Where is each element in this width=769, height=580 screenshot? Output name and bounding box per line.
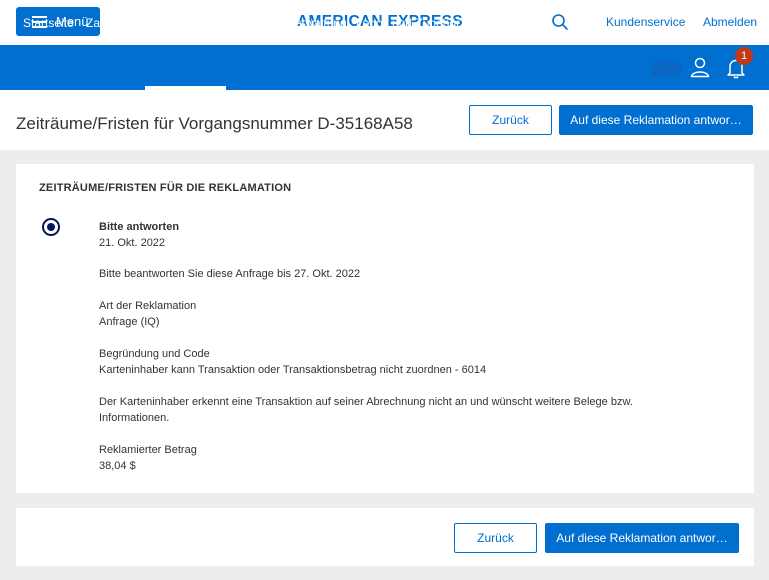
deadline-text: Bitte beantworten Sie diese Anfrage bis …	[99, 268, 361, 280]
footer-respond-button[interactable]: Auf diese Reklamation antwor…	[545, 523, 739, 553]
amount-label: Reklamierter Betrag	[99, 444, 197, 456]
nav-item-zahlungen[interactable]: Zahlungen	[86, 16, 143, 30]
notification-badge: 1	[735, 47, 753, 65]
reason-label: Begründung und Code	[99, 348, 210, 360]
status-date: 21. Okt. 2022	[99, 237, 166, 249]
footer-back-button[interactable]: Zurück	[454, 523, 537, 553]
status-radio-dot	[47, 223, 55, 231]
nav-item-vertragsverwaltung[interactable]: Vertragsverwaltung	[244, 16, 347, 30]
page-title: Zeiträume/Fristen für Vorgangsnummer D-3…	[16, 114, 413, 133]
back-button[interactable]: Zurück	[469, 105, 552, 135]
amount-value: 38,04 $	[99, 460, 136, 472]
nav-item-reklamationen[interactable]: Reklamationen	[154, 16, 234, 30]
logout-link[interactable]: Abmelden	[703, 15, 757, 29]
account-selector[interactable]	[652, 62, 681, 76]
search-icon[interactable]	[551, 13, 569, 31]
description-line-2: Informationen.	[99, 412, 170, 424]
reason-value: Karteninhaber kann Transaktion oder Tran…	[99, 364, 487, 376]
user-icon[interactable]	[689, 56, 711, 78]
section-title: ZEITRÄUME/FRISTEN FÜR DIE REKLAMATION	[39, 182, 292, 194]
nav-item-startseite[interactable]: Startseite	[23, 16, 74, 30]
respond-button[interactable]: Auf diese Reklamation antwor…	[559, 105, 753, 135]
status-label: Bitte antworten	[99, 221, 180, 233]
customer-service-link[interactable]: Kundenservice	[606, 15, 685, 29]
dispute-type-value: Anfrage (IQ)	[99, 316, 160, 328]
nav-item-logos-und-zubehoer[interactable]: Logos und Zubehör	[356, 16, 460, 30]
dispute-type-label: Art der Reklamation	[99, 300, 197, 312]
description-line-1: Der Karteninhaber erkennt eine Transakti…	[99, 396, 633, 408]
status-radio	[42, 218, 60, 236]
